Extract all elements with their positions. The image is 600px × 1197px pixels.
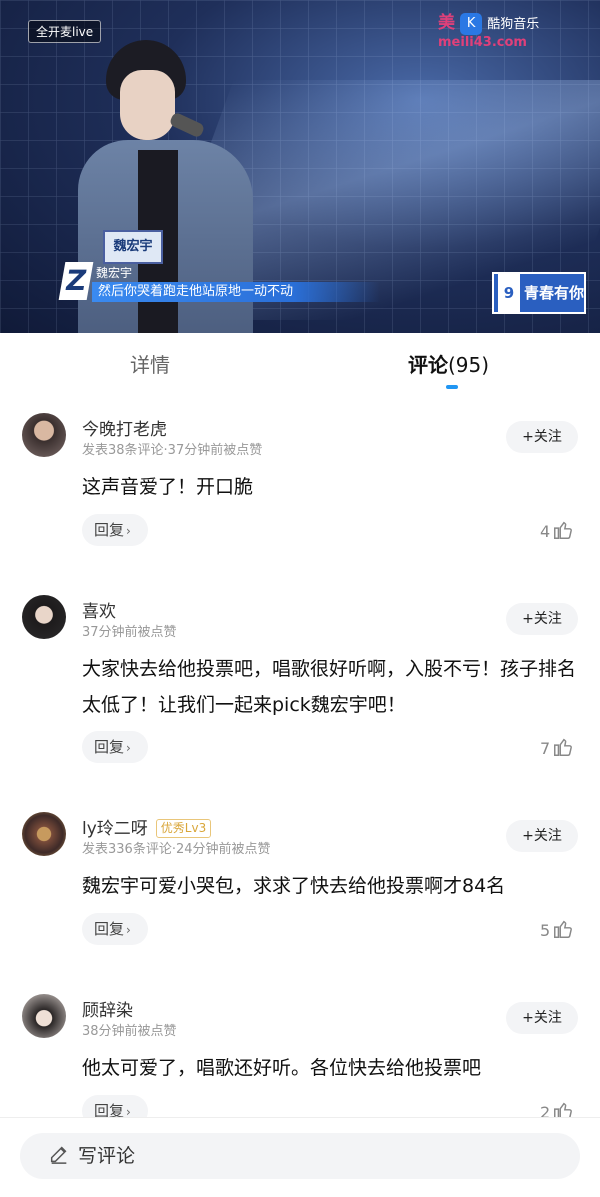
performer-face <box>120 70 175 140</box>
thumbs-up-icon <box>554 738 573 756</box>
like-button[interactable]: 7 <box>540 736 574 758</box>
comment-username[interactable]: 顾辞染 <box>82 996 133 1021</box>
reply-button[interactable]: 回复 › <box>82 913 148 945</box>
tab-comments-label: 评论 <box>408 353 448 377</box>
comment-username[interactable]: 喜欢 <box>82 597 116 622</box>
comment-meta: 37分钟前被点赞 <box>82 625 177 640</box>
comment-text: 他太可爱了，唱歌还好听。各位快去给他投票吧 <box>82 1057 482 1079</box>
tab-comments[interactable]: 评论(95) <box>408 349 489 378</box>
show-logo-number: 9 <box>498 274 520 312</box>
chevron-right-icon: › <box>126 923 131 937</box>
avatar[interactable] <box>22 812 66 856</box>
like-count: 5 <box>540 921 551 940</box>
reply-label: 回复 <box>94 521 125 539</box>
comment-username[interactable]: 今晚打老虎 <box>82 415 167 440</box>
user-level-badge: 优秀Lv3 <box>155 819 212 838</box>
chevron-right-icon: › <box>126 741 131 755</box>
like-button[interactable]: 5 <box>540 918 574 940</box>
watermark: 美 K 酷狗音乐 meili43.com <box>438 8 588 54</box>
comment-meta: 38分钟前被点赞 <box>82 1024 177 1039</box>
video-player[interactable]: 魏宏宇 全开麦live 美 K 酷狗音乐 meili43.com Z 魏宏宇 然… <box>0 0 600 333</box>
reply-label: 回复 <box>94 738 125 756</box>
like-count: 4 <box>540 522 551 541</box>
comment-meta: 发表38条评论·37分钟前被点赞 <box>82 443 263 458</box>
thumbs-up-icon <box>554 521 573 539</box>
follow-button[interactable]: +关注 <box>506 603 578 635</box>
reply-button[interactable]: 回复 › <box>82 731 148 763</box>
comment-text: 大家快去给他投票吧，唱歌很好听啊，入股不亏！孩子排名太低了！让我们一起来pick… <box>82 658 577 716</box>
microphone <box>168 111 206 139</box>
follow-button[interactable]: +关注 <box>506 820 578 852</box>
tab-comments-count: (95) <box>448 353 490 377</box>
follow-button[interactable]: +关注 <box>506 421 578 453</box>
subtitle-text: 然后你哭着跑走他站原地一动不动 <box>92 282 380 302</box>
pencil-icon <box>50 1146 67 1164</box>
comment-username-line: ly玲二呀 优秀Lv3 <box>82 814 212 839</box>
reply-label: 回复 <box>94 920 125 938</box>
write-comment-label: 写评论 <box>78 1145 136 1167</box>
comment-text: 魏宏宇可爱小哭包，求求了快去给他投票啊才84名 <box>82 875 506 897</box>
comment-text: 这声音爱了！开口脆 <box>82 476 254 498</box>
live-badge: 全开麦live <box>28 20 102 43</box>
watermark-brand: 美 <box>438 13 455 33</box>
show-logo: 9 青春有你 <box>492 272 586 314</box>
watermark-music-label: 酷狗音乐 <box>487 17 540 32</box>
watermark-url: meili43.com <box>438 34 527 50</box>
bottom-bar: 写评论 <box>0 1117 600 1197</box>
tab-bar: 详情 评论(95) <box>0 333 600 401</box>
write-comment-input[interactable]: 写评论 <box>20 1133 580 1179</box>
subtitle-name: 魏宏宇 <box>96 266 133 280</box>
active-tab-indicator <box>446 385 458 389</box>
reply-button[interactable]: 回复 › <box>82 514 148 546</box>
performer-nametag: 魏宏宇 <box>103 230 163 264</box>
comment-meta: 发表336条评论·24分钟前被点赞 <box>82 842 271 857</box>
kugou-app-icon: K <box>460 12 483 35</box>
avatar[interactable] <box>22 413 66 457</box>
chevron-right-icon: › <box>126 524 131 538</box>
comment-username[interactable]: ly玲二呀 <box>82 819 148 839</box>
like-button[interactable]: 4 <box>540 519 574 541</box>
thumbs-up-icon <box>554 920 573 938</box>
avatar[interactable] <box>22 595 66 639</box>
follow-button[interactable]: +关注 <box>506 1002 578 1034</box>
like-count: 7 <box>540 739 551 758</box>
avatar[interactable] <box>22 994 66 1038</box>
tab-details[interactable]: 详情 <box>130 349 170 378</box>
show-logo-title: 青春有你 <box>524 284 585 302</box>
